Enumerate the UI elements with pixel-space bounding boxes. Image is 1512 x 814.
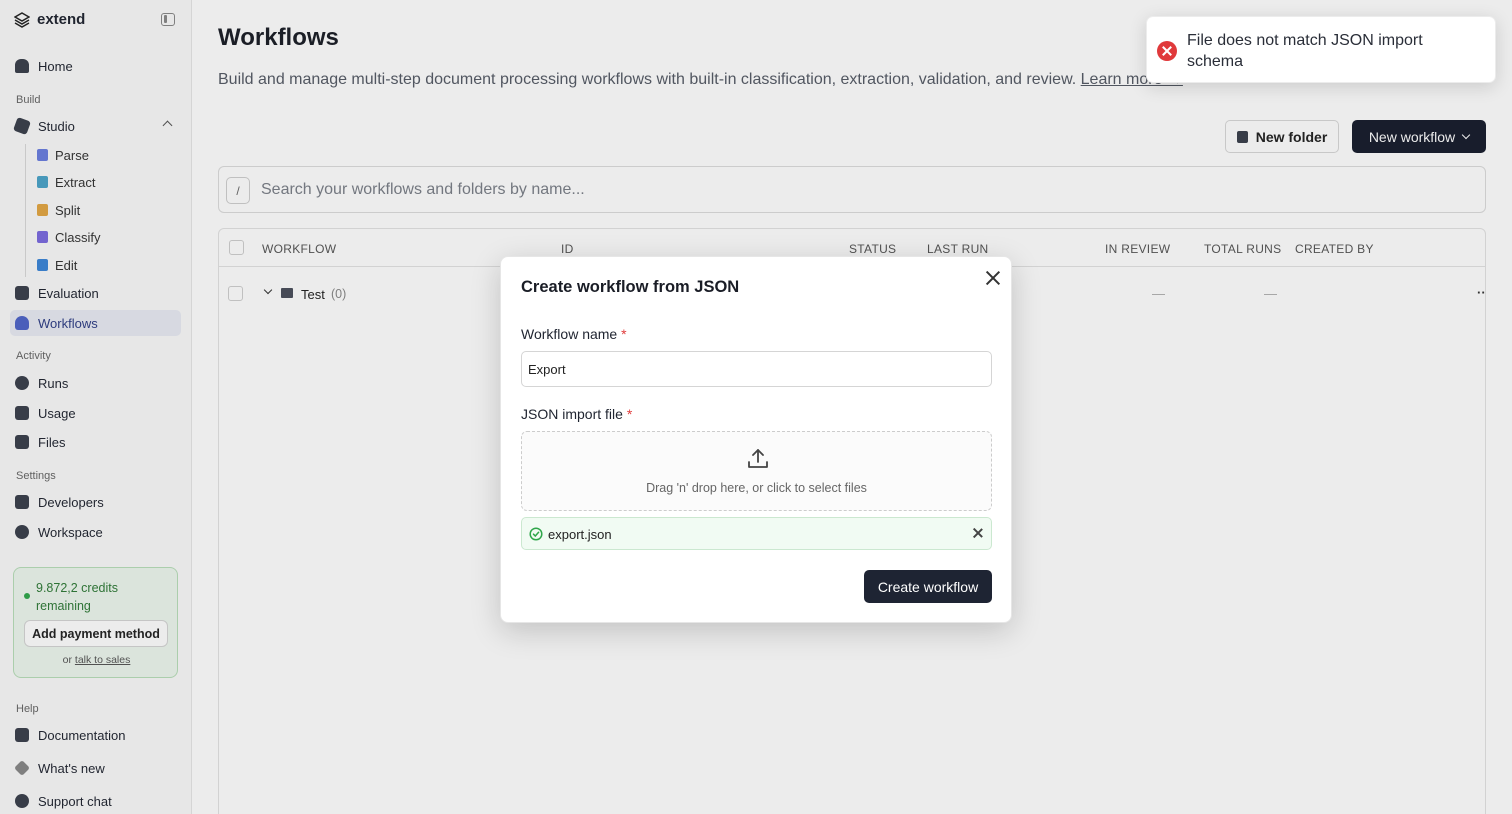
- json-file-label: JSON import file *: [521, 406, 632, 422]
- json-file-label-text: JSON import file: [521, 406, 623, 422]
- workflow-name-label-text: Workflow name: [521, 326, 618, 342]
- dropzone-text: Drag 'n' drop here, or click to select f…: [646, 481, 867, 495]
- remove-file-icon[interactable]: [972, 527, 984, 539]
- check-circle-icon: [529, 527, 543, 541]
- required-mark: *: [621, 326, 627, 342]
- close-icon[interactable]: [985, 270, 1001, 286]
- selected-file-chip: export.json: [521, 517, 992, 550]
- create-workflow-modal: Create workflow from JSON Workflow name …: [500, 256, 1012, 623]
- upload-icon: [748, 449, 768, 468]
- error-icon: [1157, 41, 1177, 61]
- create-workflow-button[interactable]: Create workflow: [864, 570, 992, 603]
- file-name: export.json: [548, 527, 612, 542]
- toast-message: File does not match JSON import schema: [1187, 32, 1423, 70]
- required-mark: *: [626, 406, 633, 422]
- workflow-name-input[interactable]: [521, 351, 992, 387]
- modal-title: Create workflow from JSON: [521, 278, 740, 296]
- error-toast[interactable]: File does not match JSON import schema: [1146, 16, 1496, 83]
- file-dropzone[interactable]: Drag 'n' drop here, or click to select f…: [521, 431, 992, 511]
- workflow-name-label: Workflow name *: [521, 326, 627, 342]
